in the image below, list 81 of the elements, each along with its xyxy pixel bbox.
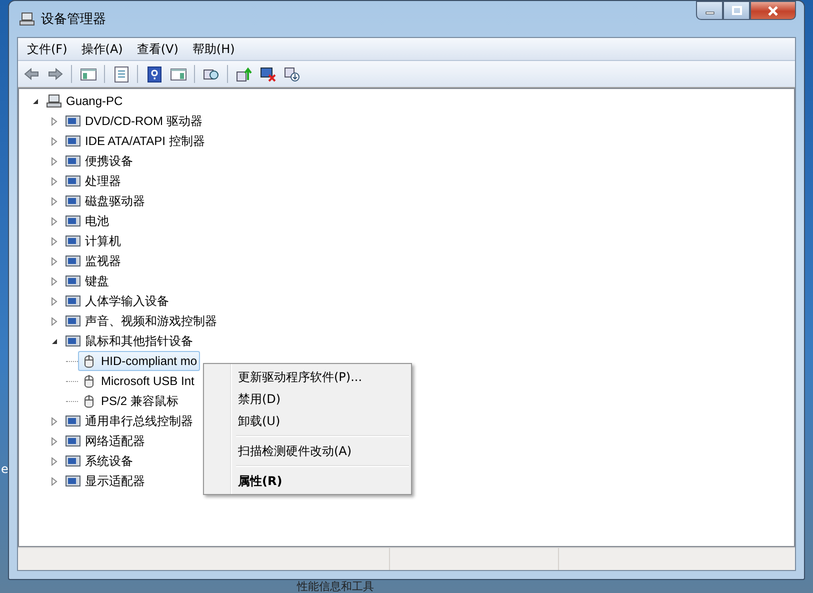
collapsed-triangle-icon[interactable] [50,296,59,306]
computer-icon [46,93,62,109]
collapsed-triangle-icon[interactable] [50,196,59,206]
properties-icon[interactable] [112,66,130,82]
context-menu-item[interactable]: 禁用(D) [206,388,409,410]
update-driver-icon[interactable] [236,66,252,82]
tree-item[interactable]: HID-compliant mo [78,351,200,371]
context-menu-item[interactable]: 卸载(U) [206,410,409,432]
tree-item[interactable]: 处理器 [62,170,124,192]
tree-item[interactable]: 计算机 [62,230,124,252]
tree-item[interactable]: 系统设备 [62,450,136,472]
collapsed-triangle-icon[interactable] [50,476,59,486]
context-menu-item[interactable]: 属性(R) [206,470,409,492]
tree-item[interactable]: 鼠标和其他指针设备 [62,330,196,352]
collapsed-triangle-icon[interactable] [50,136,59,146]
collapsed-triangle-icon[interactable] [50,436,59,446]
device-icon [65,133,81,149]
device-icon [65,153,81,169]
close-button[interactable] [750,1,796,20]
menu-item[interactable]: 操作(A) [74,40,130,58]
menu-item[interactable]: 帮助(H) [185,40,242,58]
tree-item[interactable]: 监视器 [62,250,124,272]
console-tree-icon[interactable] [80,66,96,82]
desktop-text: e [0,462,10,476]
device-icon [65,333,81,349]
tree-item[interactable]: 便携设备 [62,150,136,172]
collapsed-triangle-icon[interactable] [50,216,59,226]
tree-item[interactable]: Guang-PC [43,91,126,111]
device-icon [65,253,81,269]
tree-item[interactable]: 显示适配器 [62,470,148,492]
collapsed-triangle-icon[interactable] [50,276,59,286]
menu-item[interactable]: 查看(V) [130,40,186,58]
tree-item[interactable]: 电池 [62,210,112,232]
forward-arrow-icon[interactable] [46,66,64,82]
collapsed-triangle-icon[interactable] [50,316,59,326]
collapsed-triangle-icon[interactable] [50,116,59,126]
window-title: 设备管理器 [41,11,106,28]
tree-item[interactable]: 通用串行总线控制器 [62,410,196,432]
context-menu-item[interactable]: 扫描检测硬件改动(A) [206,440,409,462]
tree-item[interactable]: 网络适配器 [62,430,148,452]
tree-item[interactable]: IDE ATA/ATAPI 控制器 [62,130,208,152]
device-icon [65,433,81,449]
collapsed-triangle-icon[interactable] [50,456,59,466]
tree-item[interactable]: 键盘 [62,270,112,292]
tree-item[interactable]: 人体学输入设备 [62,290,172,312]
maximize-icon [732,6,742,15]
collapsed-triangle-icon[interactable] [50,176,59,186]
device-icon [65,173,81,189]
context-menu-item[interactable]: 更新驱动程序软件(P)... [206,366,409,388]
collapsed-triangle-icon[interactable] [50,416,59,426]
tree-item[interactable]: Microsoft USB Int [78,371,198,391]
help-icon[interactable] [146,66,162,82]
device-manager-icon [19,11,35,27]
tree-item[interactable]: PS/2 兼容鼠标 [78,390,182,412]
expanded-triangle-icon[interactable] [31,96,40,106]
device-icon [65,113,81,129]
expanded-triangle-icon[interactable] [50,336,59,346]
tree-item[interactable]: 声音、视频和游戏控制器 [62,310,220,332]
disable-device-icon[interactable] [260,66,276,82]
device-icon [65,413,81,429]
collapsed-triangle-icon[interactable] [50,156,59,166]
back-arrow-icon[interactable] [22,66,40,82]
uninstall-device-icon[interactable] [284,66,300,82]
device-icon [65,213,81,229]
collapsed-triangle-icon[interactable] [50,236,59,246]
desktop-text: 性能信息和工具 [296,579,375,593]
maximize-button[interactable] [723,1,750,20]
close-icon [767,6,779,16]
menu-item[interactable]: 文件(F) [20,40,74,58]
tree-item[interactable]: DVD/CD-ROM 驱动器 [62,110,206,132]
device-icon [65,473,81,489]
device-icon [65,293,81,309]
device-icon [65,273,81,289]
action-pane-icon[interactable] [170,66,186,82]
device-icon [65,313,81,329]
collapsed-triangle-icon[interactable] [50,256,59,266]
minimize-button[interactable] [696,1,723,20]
device-icon [65,233,81,249]
device-icon [65,453,81,469]
tree-item[interactable]: 磁盘驱动器 [62,190,148,212]
device-icon [65,193,81,209]
